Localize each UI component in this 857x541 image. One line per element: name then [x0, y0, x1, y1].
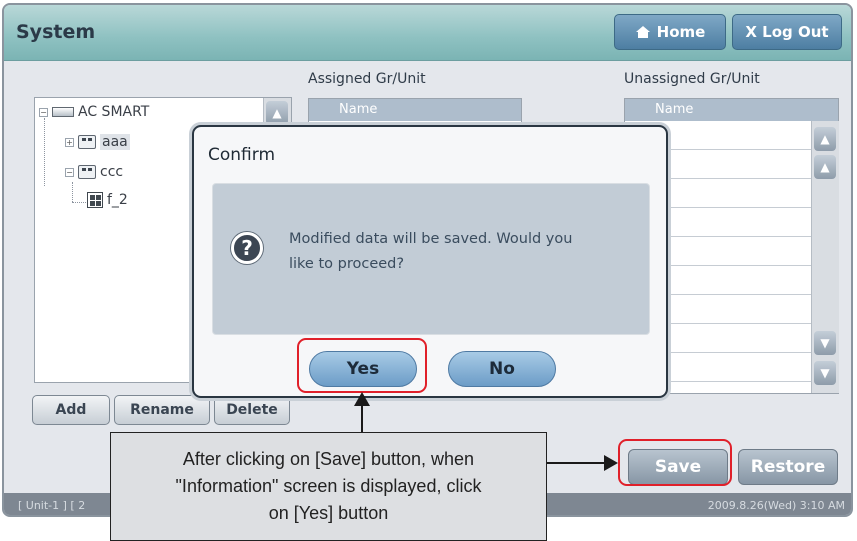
unassigned-panel-title: Unassigned Gr/Unit	[624, 71, 760, 87]
dialog-title: Confirm	[208, 145, 276, 165]
home-button-label: Home	[656, 23, 706, 41]
add-button[interactable]: Add	[32, 395, 110, 425]
scroll-down-icon[interactable]: ▼	[814, 331, 836, 355]
home-icon	[635, 26, 650, 38]
confirm-dialog: Confirm ? Modified data will be saved. W…	[192, 125, 668, 398]
home-button[interactable]: Home	[614, 14, 726, 50]
dialog-message-line2: like to proceed?	[289, 256, 405, 272]
scroll-top-icon[interactable]: ▲	[814, 127, 836, 151]
save-highlight	[618, 439, 732, 486]
arrow-to-yes	[361, 404, 363, 433]
group-icon	[78, 135, 96, 149]
yes-highlight	[297, 338, 427, 393]
arrow-right-icon	[604, 455, 618, 471]
scroll-bottom-icon[interactable]: ▼	[814, 361, 836, 385]
restore-button[interactable]: Restore	[738, 449, 838, 485]
assigned-panel-title: Assigned Gr/Unit	[308, 71, 426, 87]
unassigned-column-name: Name	[625, 99, 838, 121]
dialog-message: Modified data will be saved. Would you l…	[289, 227, 629, 277]
collapse-icon[interactable]: −	[39, 107, 48, 117]
logout-button[interactable]: X Log Out	[732, 14, 842, 50]
tree-item-label: aaa	[100, 134, 130, 150]
unassigned-scrollbar[interactable]: ▲ ▲ ▼ ▼	[811, 121, 839, 393]
arrow-up-icon	[354, 392, 370, 406]
title-bar: System Home X Log Out	[4, 5, 851, 61]
no-button[interactable]: No	[448, 351, 556, 387]
unit-icon	[87, 192, 103, 208]
tree-item-label: f_2	[107, 192, 128, 208]
page-title: System	[16, 21, 96, 43]
tree-item-aaa[interactable]: + aaa	[65, 134, 130, 150]
status-unit: [ Unit-1 ] [ 2	[18, 499, 86, 512]
status-datetime: 2009.8.26(Wed) 3:10 AM	[707, 499, 845, 512]
instruction-callout: After clicking on [Save] button, when "I…	[110, 432, 547, 541]
controller-icon	[52, 107, 74, 117]
collapse-icon[interactable]: −	[65, 167, 74, 177]
tree-item-label: ccc	[100, 164, 124, 180]
group-icon	[78, 165, 96, 179]
callout-line1: After clicking on [Save] button, when	[182, 449, 475, 469]
callout-line2: "Information" screen is displayed, click	[175, 476, 482, 496]
scroll-top-icon[interactable]: ▲	[266, 101, 288, 125]
logout-button-label: X Log Out	[745, 23, 829, 41]
tree-item-ccc[interactable]: − ccc	[65, 164, 123, 180]
scroll-up-icon[interactable]: ▲	[814, 155, 836, 179]
question-icon: ?	[231, 232, 263, 264]
tree-root-label: AC SMART	[78, 104, 150, 120]
tree-root[interactable]: − AC SMART	[39, 104, 149, 120]
callout-line3: on [Yes] button	[268, 503, 389, 523]
rename-button[interactable]: Rename	[114, 395, 210, 425]
assigned-column-name: Name	[309, 99, 521, 121]
tree-item-f2[interactable]: f_2	[87, 192, 128, 208]
delete-button[interactable]: Delete	[214, 395, 290, 425]
expand-icon[interactable]: +	[65, 137, 74, 147]
dialog-message-line1: Modified data will be saved. Would you	[289, 231, 573, 247]
arrow-to-save	[547, 462, 607, 464]
